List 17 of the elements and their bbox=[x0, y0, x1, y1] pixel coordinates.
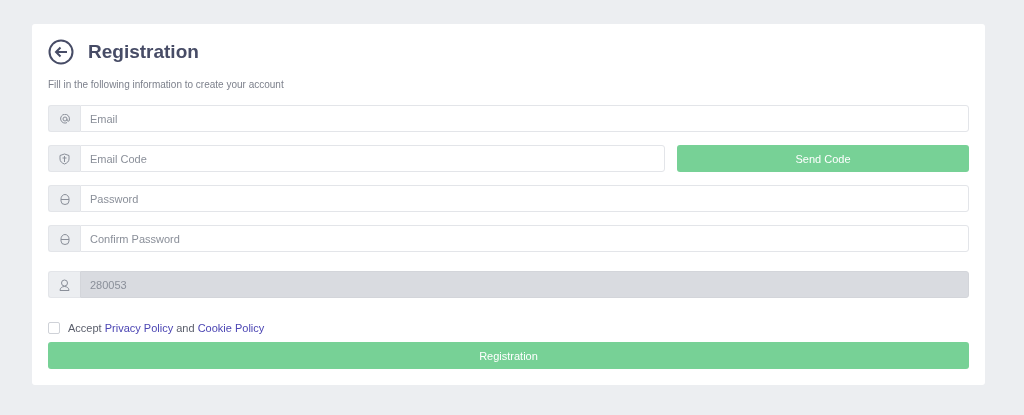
page-title: Registration bbox=[88, 41, 199, 63]
checkbox[interactable] bbox=[48, 322, 60, 334]
user-icon bbox=[59, 278, 70, 291]
input-field[interactable]: Email Code bbox=[80, 145, 665, 172]
input-field[interactable]: Confirm Password bbox=[80, 225, 969, 252]
agreement-text: Accept Privacy Policy and Cookie Policy bbox=[68, 322, 265, 334]
lock-icon bbox=[59, 232, 70, 245]
policy-link[interactable]: Cookie Policy bbox=[197, 322, 265, 334]
input-field[interactable]: Email bbox=[80, 105, 969, 132]
send-code-button[interactable]: Send Code bbox=[677, 145, 969, 172]
input-field[interactable]: Password bbox=[80, 185, 969, 212]
at-icon bbox=[59, 113, 70, 124]
subtitle: Fill in the following information to create your account bbox=[48, 79, 285, 90]
registration-button[interactable]: Registration bbox=[48, 342, 969, 369]
shield-icon bbox=[59, 152, 70, 165]
lock-icon bbox=[59, 192, 70, 205]
policy-link[interactable]: Privacy Policy bbox=[104, 322, 174, 334]
